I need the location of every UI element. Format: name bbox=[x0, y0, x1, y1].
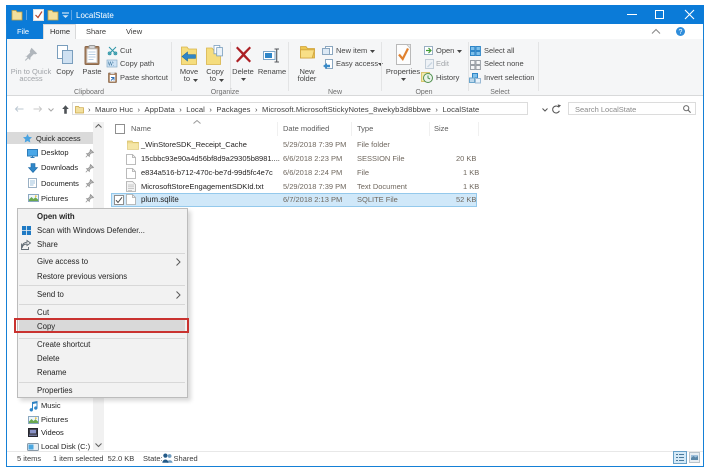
svg-text:?: ? bbox=[679, 29, 683, 36]
svg-text:W:: W: bbox=[108, 62, 114, 68]
